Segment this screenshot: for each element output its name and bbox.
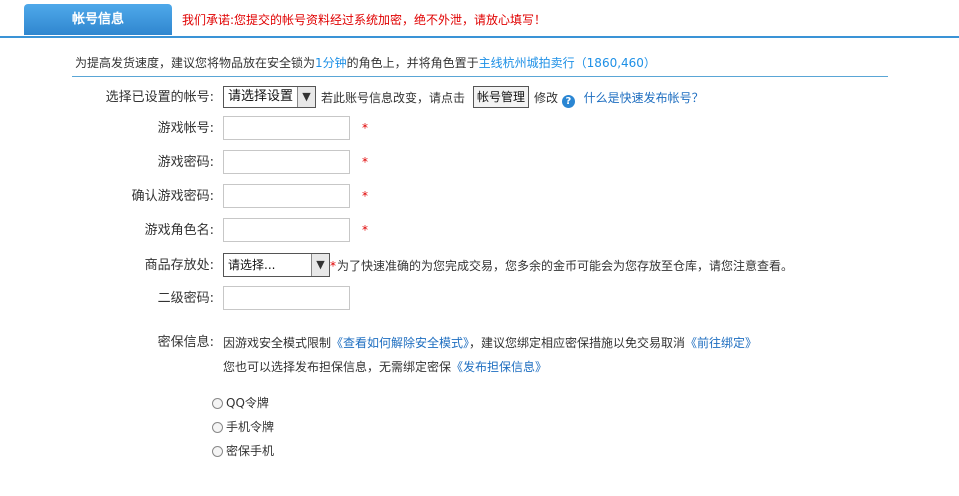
help-link-fast-publish[interactable]: 什么是快速发布帐号？	[584, 91, 704, 105]
storage-select[interactable]: 请选择... ▼	[223, 253, 330, 277]
radio-circle-icon	[212, 422, 223, 433]
password-input[interactable]	[223, 150, 350, 174]
radio-label: 密保手机	[226, 444, 275, 458]
account-change-text: 若此账号信息改变，请点击	[321, 91, 466, 105]
radio-qq-token[interactable]: QQ令牌	[212, 395, 269, 411]
required-mark: *	[362, 121, 368, 135]
publish-guarantee-link[interactable]: 《发布担保信息》	[451, 360, 547, 374]
role-name-row: 游戏角色名: *	[0, 218, 959, 244]
confirm-password-label: 确认游戏密码:	[131, 189, 214, 204]
security-line1-middle: ，建议您绑定相应密保措施以免交易取消	[469, 336, 686, 350]
tab-account-info[interactable]: 帐号信息	[24, 4, 172, 35]
confirm-password-row: 确认游戏密码: *	[0, 184, 959, 210]
confirm-password-input[interactable]	[223, 184, 350, 208]
tip-location: 主线杭州城拍卖行（1860,460）	[478, 56, 656, 70]
account-label: 游戏帐号:	[157, 121, 214, 136]
account-input[interactable]	[223, 116, 350, 140]
radio-security-phone[interactable]: 密保手机	[212, 443, 274, 459]
security-line1-prefix: 因游戏安全模式限制	[223, 336, 332, 350]
radio-label: QQ令牌	[226, 396, 269, 410]
account-select-dropdown[interactable]: 请选择设置 ▼	[223, 86, 316, 108]
tab-bar: 帐号信息 我们承诺:您提交的帐号资料经过系统加密，绝不外泄，请放心填写！	[0, 0, 959, 38]
security-line-2: 您也可以选择发布担保信息，无需绑定密保《发布担保信息》	[223, 354, 547, 380]
storage-select-value: 请选择...	[228, 258, 276, 272]
required-mark: *	[362, 155, 368, 169]
role-name-input[interactable]	[223, 218, 350, 242]
security-row: 密保信息: 因游戏安全模式限制《查看如何解除安全模式》，建议您绑定相应密保措施以…	[0, 330, 959, 356]
account-select-row: 选择已设置的帐号: 请选择设置 ▼ 若此账号信息改变，请点击 帐号管理 修改 ?…	[0, 85, 959, 111]
security-line2-prefix: 您也可以选择发布担保信息，无需绑定密保	[223, 360, 452, 374]
shipping-tip: 为提高发货速度，建议您将物品放在安全锁为1分钟的角色上，并将角色置于主线杭州城拍…	[75, 54, 656, 71]
chevron-down-icon: ▼	[311, 254, 329, 276]
security-line-1: 因游戏安全模式限制《查看如何解除安全模式》，建议您绑定相应密保措施以免交易取消《…	[223, 330, 757, 356]
required-mark: *	[362, 189, 368, 203]
storage-label: 商品存放处:	[144, 258, 214, 273]
storage-row: 商品存放处: 请选择... ▼ * 为了快速准确的为您完成交易，您多余的金币可能…	[0, 253, 959, 279]
account-manage-button[interactable]: 帐号管理	[473, 86, 530, 108]
security-line-2-row: 您也可以选择发布担保信息，无需绑定密保《发布担保信息》	[0, 354, 959, 380]
account-select-value: 请选择设置	[228, 89, 294, 104]
radio-phone-token[interactable]: 手机令牌	[212, 419, 274, 435]
secondary-password-label: 二级密码:	[157, 291, 214, 306]
radio-label: 手机令牌	[226, 420, 275, 434]
tip-prefix: 为提高发货速度，建议您将物品放在安全锁为	[75, 56, 316, 70]
secondary-password-row: 二级密码:	[0, 286, 959, 312]
question-icon[interactable]: ?	[561, 95, 575, 108]
radio-circle-icon	[212, 398, 223, 409]
role-name-label: 游戏角色名:	[144, 223, 214, 238]
unlock-safe-mode-link[interactable]: 《查看如何解除安全模式》	[331, 336, 469, 350]
tip-duration: 1分钟	[315, 56, 347, 70]
secondary-password-input[interactable]	[223, 286, 350, 310]
modify-text: 修改	[534, 91, 559, 105]
storage-note: 为了快速准确的为您完成交易，您多余的金币可能会为您存放至仓库，请您注意查看。	[337, 259, 794, 273]
radio-circle-icon	[212, 446, 223, 457]
required-mark: *	[330, 259, 336, 273]
go-bind-link[interactable]: 《前往绑定》	[685, 336, 757, 350]
tip-middle: 的角色上，并将角色置于	[346, 56, 479, 70]
divider	[72, 76, 888, 77]
required-mark: *	[362, 223, 368, 237]
account-row: 游戏帐号: *	[0, 116, 959, 142]
chevron-down-icon: ▼	[297, 87, 315, 107]
password-row: 游戏密码: *	[0, 150, 959, 176]
password-label: 游戏密码:	[157, 155, 214, 170]
security-label: 密保信息:	[157, 335, 214, 350]
modify-group: 修改 ? 什么是快速发布帐号？	[534, 85, 704, 111]
privacy-promise-text: 我们承诺:您提交的帐号资料经过系统加密，绝不外泄，请放心填写！	[182, 13, 547, 27]
account-select-label: 选择已设置的帐号:	[105, 90, 214, 105]
